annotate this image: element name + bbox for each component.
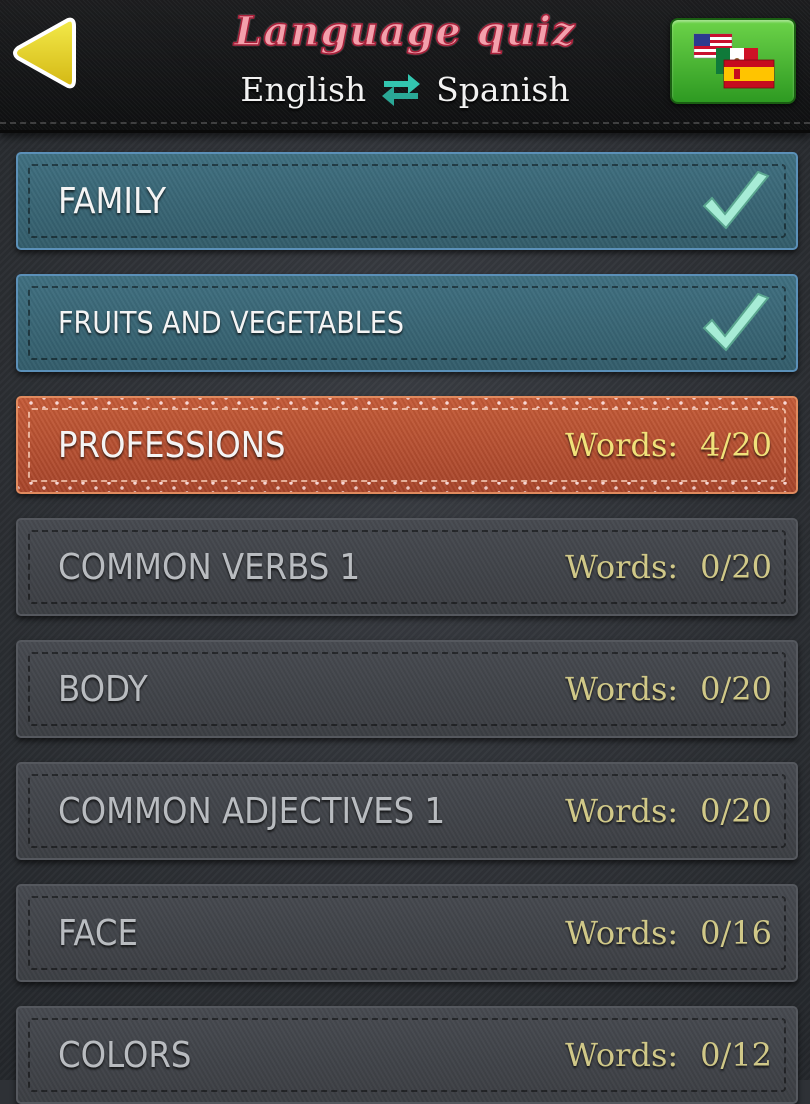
top-bar: Language quiz English Spanish (0, 0, 810, 133)
category-common-adjectives-1[interactable]: COMMON ADJECTIVES 1 Words: 0/20 (16, 762, 798, 860)
words-label: Words: (565, 426, 679, 464)
words-count: 0/20 (700, 548, 772, 586)
words-count: 0/20 (700, 792, 772, 830)
words-count: 4/20 (700, 426, 772, 464)
category-common-verbs-1[interactable]: COMMON VERBS 1 Words: 0/20 (16, 518, 798, 616)
words-label: Words: (565, 1036, 679, 1074)
category-label: FRUITS AND VEGETABLES (58, 305, 404, 341)
category-body[interactable]: BODY Words: 0/20 (16, 640, 798, 738)
category-family[interactable]: FAMILY (16, 152, 798, 250)
words-count: 0/16 (700, 914, 772, 952)
word-progress: Words: 0/20 (565, 520, 772, 614)
words-label: Words: (565, 914, 679, 952)
words-label: Words: (565, 792, 679, 830)
target-language: Spanish (436, 70, 570, 109)
language-flags-icon (693, 33, 775, 89)
words-count: 0/20 (700, 670, 772, 708)
words-label: Words: (565, 670, 679, 708)
category-list: FAMILY FRUITS AND VEGETABLES PROFESSIONS… (0, 0, 810, 1104)
word-progress: Words: 0/20 (565, 642, 772, 736)
category-face[interactable]: FACE Words: 0/16 (16, 884, 798, 982)
word-progress: Words: 0/16 (565, 886, 772, 980)
words-count: 0/12 (700, 1036, 772, 1074)
category-colors[interactable]: COLORS Words: 0/12 (16, 1006, 798, 1104)
category-label: PROFESSIONS (58, 424, 286, 466)
word-progress: Words: 0/12 (565, 1008, 772, 1102)
category-label: FACE (58, 912, 138, 954)
checkmark-icon (702, 170, 770, 230)
category-label: COMMON VERBS 1 (58, 546, 361, 588)
category-label: BODY (58, 668, 148, 710)
swap-arrows-icon[interactable] (380, 71, 422, 109)
category-fruits-and-vegetables[interactable]: FRUITS AND VEGETABLES (16, 274, 798, 372)
category-professions[interactable]: PROFESSIONS Words: 4/20 (16, 396, 798, 494)
change-language-button[interactable] (670, 18, 796, 104)
category-label: FAMILY (58, 180, 166, 222)
word-progress: Words: 4/20 (565, 398, 772, 492)
source-language: English (240, 70, 367, 109)
category-label: COLORS (58, 1034, 192, 1076)
words-label: Words: (565, 548, 679, 586)
word-progress: Words: 0/20 (565, 764, 772, 858)
checkmark-icon (702, 292, 770, 352)
category-label: COMMON ADJECTIVES 1 (58, 790, 446, 832)
